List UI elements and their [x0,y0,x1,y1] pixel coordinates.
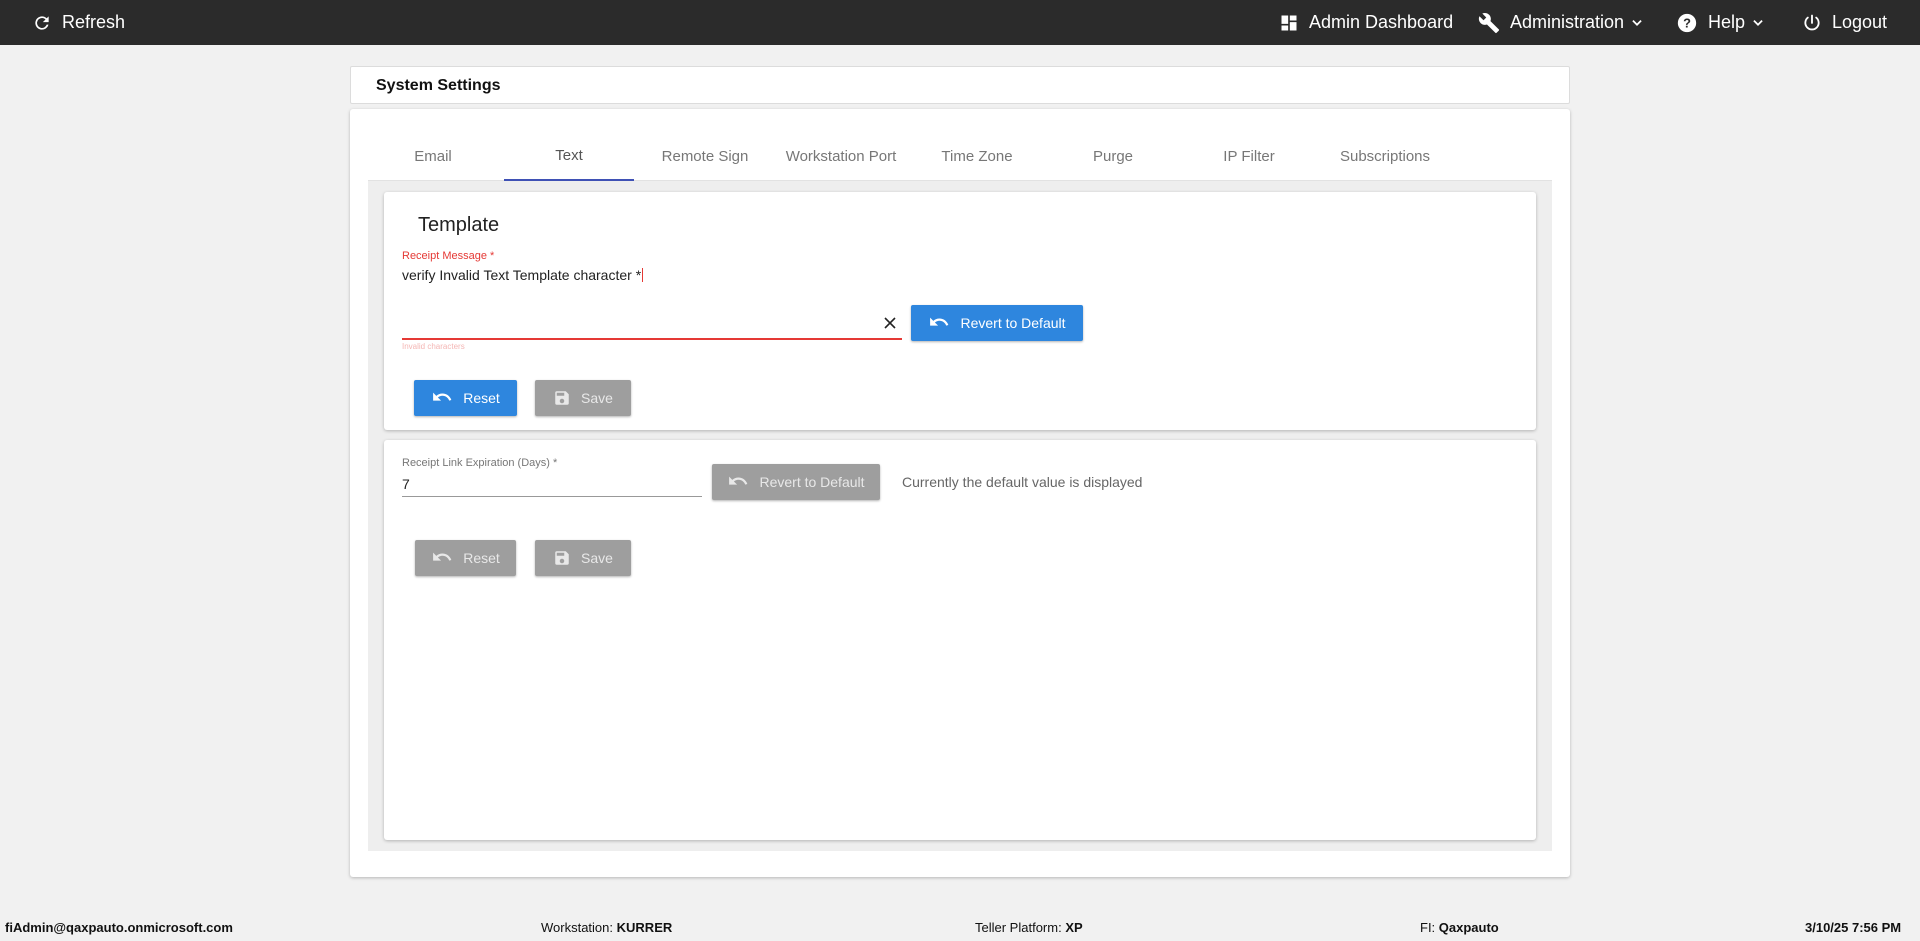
tab-workstation-port[interactable]: Workstation Port [776,131,906,181]
save-button[interactable]: Save [535,380,631,416]
footer-workstation-label: Workstation: [541,920,614,935]
receipt-message-underline [402,338,902,340]
footer-datetime-value: 3/10/25 7:56 PM [1805,920,1902,935]
dashboard-icon [1281,15,1297,30]
administration-menu[interactable]: Administration [1478,0,1644,45]
undo-icon [433,392,452,401]
receipt-link-expiration-card: Receipt Link Expiration (Days) * 7 Rever… [384,440,1536,840]
receipt-link-expiration-underline [402,496,702,497]
footer-teller-value: XP [1065,920,1083,935]
footer-workstation-value: KURRER [616,920,673,935]
power-icon [1804,14,1820,30]
tab-time-zone[interactable]: Time Zone [912,131,1042,181]
logout-button[interactable]: Logout [1802,0,1887,45]
template-title: Template [418,214,500,236]
help-icon: ? [1677,13,1697,32]
refresh-label: Refresh [62,12,126,32]
chevron-down-icon [1632,19,1642,26]
save-icon [555,391,569,405]
receipt-link-expiration-input[interactable]: 7 [402,476,410,492]
tab-ip-filter[interactable]: IP Filter [1184,131,1314,181]
undo-icon [930,317,949,326]
reset-button[interactable]: Reset [415,540,516,576]
logout-label: Logout [1832,12,1888,32]
status-footer: fiAdmin@qaxpauto.onmicrosoft.com Worksta… [0,913,1920,941]
receipt-message-hint: Invalid characters [402,342,465,351]
reset-label: Reset [463,390,500,406]
footer-fi: FI: Qaxpauto [1420,920,1499,935]
tab-email[interactable]: Email [368,131,498,181]
close-icon [884,317,896,329]
page-title: System Settings [376,77,501,94]
wrench-icon [1478,12,1500,33]
tab-purge[interactable]: Purge [1048,131,1178,181]
footer-fi-value: Qaxpauto [1438,920,1499,935]
footer-user: fiAdmin@qaxpauto.onmicrosoft.com [5,920,233,935]
text-cursor [642,268,644,282]
top-navigation-bar: Refresh Admin Dashboard Administration ?… [0,0,1920,45]
system-settings-header: System Settings [350,66,1570,104]
footer-workstation: Workstation: KURRER [541,920,672,935]
reset-label: Reset [463,550,500,566]
save-button[interactable]: Save [535,540,631,576]
admin-dashboard-link[interactable]: Admin Dashboard [1279,0,1453,45]
footer-teller-label: Teller Platform: [975,920,1062,935]
revert-label: Revert to Default [960,315,1066,331]
settings-tabs: Email Text Remote Sign Workstation Port … [368,131,1552,181]
footer-teller-platform: Teller Platform: XP [975,920,1083,935]
tab-remote-sign[interactable]: Remote Sign [640,131,770,181]
reset-button[interactable]: Reset [414,380,517,416]
administration-label: Administration [1510,12,1625,32]
undo-icon [729,476,748,485]
save-label: Save [581,550,613,566]
save-label: Save [581,390,613,406]
tab-text[interactable]: Text [504,131,634,181]
receipt-message-input[interactable]: verify Invalid Text Template character * [402,267,644,283]
template-card: Template Receipt Message * verify Invali… [384,192,1536,430]
clear-button[interactable] [880,313,900,333]
help-label: Help [1708,12,1746,32]
svg-text:?: ? [1683,15,1691,30]
footer-user-email: fiAdmin@qaxpauto.onmicrosoft.com [5,920,233,935]
receipt-message-value: verify Invalid Text Template character * [402,267,642,283]
revert-to-default-button[interactable]: Revert to Default [712,464,880,500]
help-menu[interactable]: ? Help [1676,0,1765,45]
settings-card: Email Text Remote Sign Workstation Port … [350,109,1570,877]
tab-content: Template Receipt Message * verify Invali… [368,181,1552,851]
receipt-message-label: Receipt Message * [402,250,495,262]
default-value-info: Currently the default value is displayed [902,474,1143,490]
revert-label: Revert to Default [759,474,865,490]
save-icon [555,551,569,565]
refresh-icon [35,15,49,30]
admin-dashboard-label: Admin Dashboard [1309,12,1454,32]
chevron-down-icon [1753,19,1763,26]
revert-to-default-button[interactable]: Revert to Default [911,305,1083,341]
refresh-button[interactable]: Refresh [32,0,125,45]
footer-datetime: 3/10/25 7:56 PM [1805,920,1901,935]
tab-subscriptions[interactable]: Subscriptions [1320,131,1450,181]
receipt-link-expiration-label: Receipt Link Expiration (Days) * [402,457,558,469]
undo-icon [433,552,452,561]
footer-fi-label: FI: [1420,920,1436,935]
